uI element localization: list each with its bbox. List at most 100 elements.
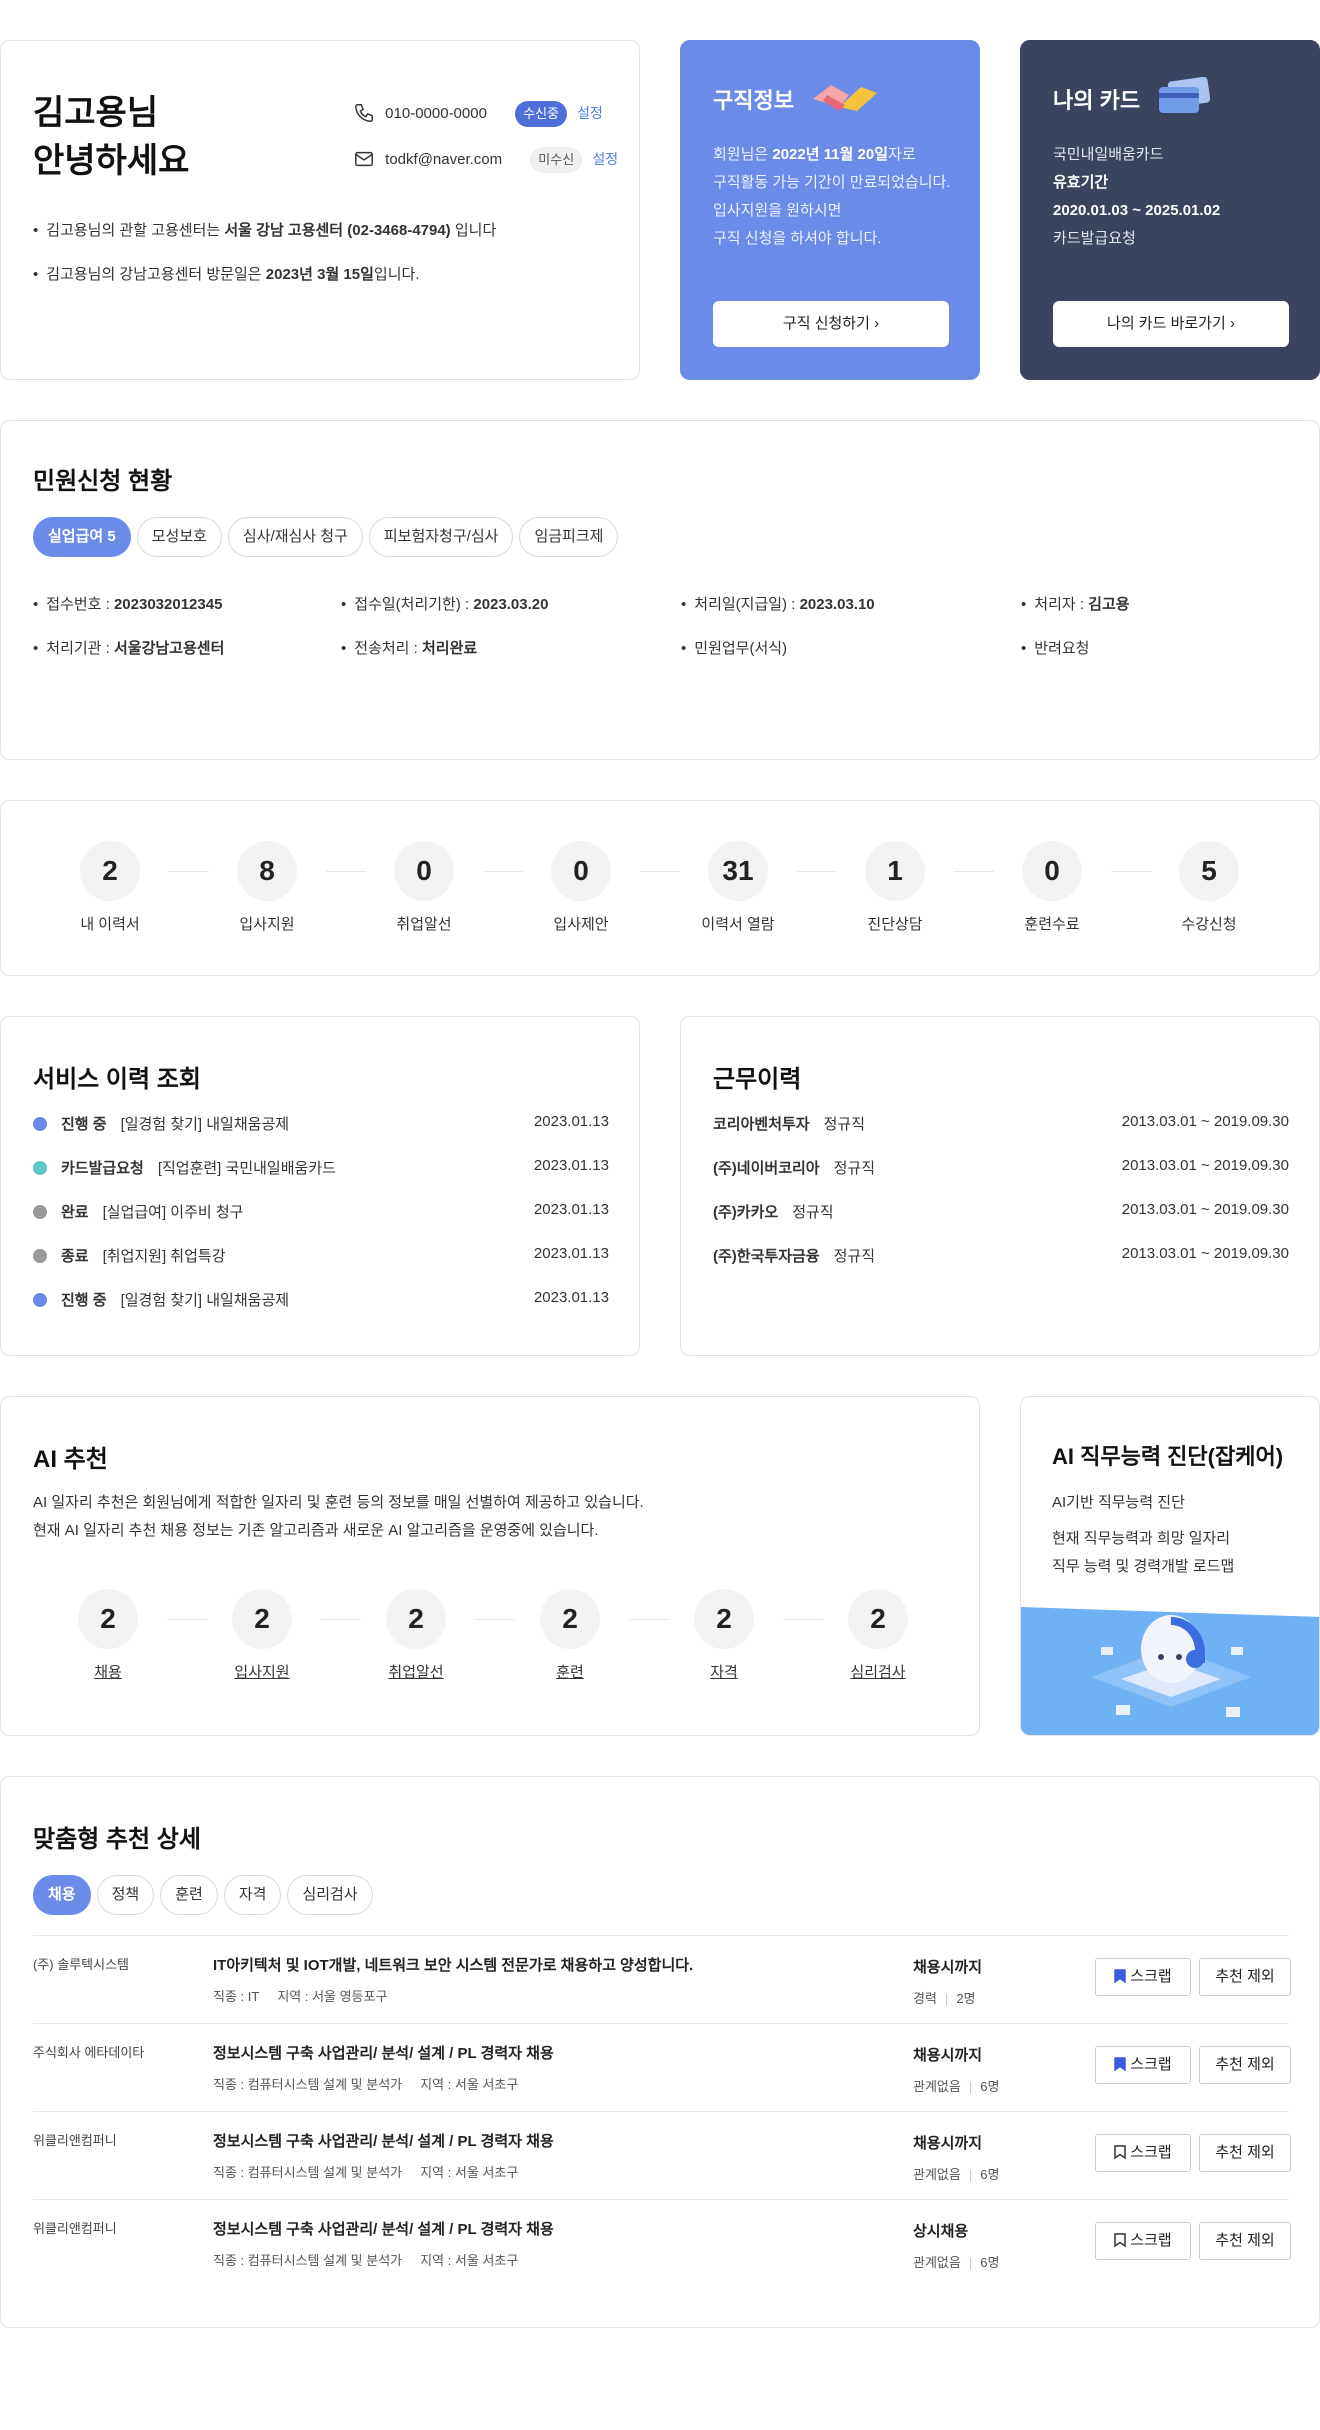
service-history-row[interactable]: 진행 중 [일경험 찾기] 내일채움공제 2023.01.13 bbox=[33, 1289, 609, 1313]
custom-tab-policy[interactable]: 정책 bbox=[96, 1875, 155, 1915]
stat-enroll[interactable]: 5 수강신청 bbox=[1149, 841, 1269, 934]
scrap-button[interactable]: 스크랩 bbox=[1095, 2222, 1191, 2260]
job-title[interactable]: 정보시스템 구축 사업관리/ 분석/ 설계 / PL 경력자 채용 bbox=[213, 2218, 554, 2239]
civil-tab-insured[interactable]: 피보험자청구/심사 bbox=[368, 517, 514, 557]
exclude-label: 추천 제외 bbox=[1215, 2232, 1275, 2249]
civil-item-value: 2023.03.20 bbox=[473, 596, 549, 613]
scrap-label: 스크랩 bbox=[1130, 2056, 1172, 2073]
scrap-button[interactable]: 스크랩 bbox=[1095, 2134, 1191, 2172]
civil-tab-unemployment[interactable]: 실업급여 5 bbox=[33, 517, 131, 557]
service-history-row[interactable]: 카드발급요청 [직업훈련] 국민내일배움카드 2023.01.13 bbox=[33, 1157, 609, 1181]
ai-stat[interactable]: 2 취업알선 bbox=[356, 1589, 476, 1682]
stat-training-done[interactable]: 0 훈련수료 bbox=[992, 841, 1112, 934]
service-status: 진행 중 bbox=[61, 1292, 107, 1309]
civil-item: 접수일(처리기한) : 2023.03.20 bbox=[341, 593, 548, 614]
stat-label: 내 이력서 bbox=[80, 916, 140, 933]
status-dot bbox=[33, 1205, 47, 1219]
exclude-button[interactable]: 추천 제외 bbox=[1199, 2046, 1291, 2084]
ai-stat-link[interactable]: 취업알선 bbox=[388, 1664, 443, 1681]
custom-recommend-card: 맞춤형 추천 상세 채용 정책 훈련 자격 심리검사 (주) 솔루텍시스템 IT아키텍처 … bbox=[0, 1776, 1320, 2328]
civil-tab-review[interactable]: 심사/재심사 청구 bbox=[227, 517, 363, 557]
work-type: 정규직 bbox=[833, 1160, 875, 1177]
stat-apply[interactable]: 8 입사지원 bbox=[207, 841, 327, 934]
job-title[interactable]: IT아키텍처 및 IOT개발, 네트워크 보안 시스템 전문가로 채용하고 양성… bbox=[213, 1954, 693, 1975]
civil-item-label: 접수일(처리기한) : bbox=[354, 596, 474, 613]
work-company: (주)카카오 bbox=[713, 1204, 779, 1221]
chevron-right-icon: › bbox=[1229, 315, 1235, 332]
exclude-button[interactable]: 추천 제외 bbox=[1199, 2222, 1291, 2260]
custom-tab-psych[interactable]: 심리검사 bbox=[287, 1875, 373, 1915]
civil-reject-link[interactable]: 반려요청 bbox=[1021, 637, 1089, 658]
service-date: 2023.01.13 bbox=[533, 1289, 609, 1306]
center-info: 김고용님의 관할 고용센터는 서울 강남 고용센터 (02-3468-4794)… bbox=[33, 219, 496, 240]
custom-tab-license[interactable]: 자격 bbox=[223, 1875, 282, 1915]
greeting-name: 김고용님 bbox=[33, 94, 159, 132]
service-history-row[interactable]: 완료 [실업급여] 이주비 청구 2023.01.13 bbox=[33, 1201, 609, 1225]
job-category: 직종 : IT bbox=[213, 1989, 260, 2004]
civil-item-label: 전송처리 : bbox=[354, 640, 422, 657]
stat-value: 0 bbox=[394, 841, 454, 901]
ai-diagnosis-card[interactable]: AI 직무능력 진단(잡케어) AI기반 직무능력 진단 현재 직무능력과 희망… bbox=[1020, 1396, 1320, 1736]
civil-tab-wage-peak[interactable]: 임금피크제 bbox=[519, 517, 619, 557]
job-conditions: 경력 | 2명 bbox=[913, 1988, 976, 2007]
work-type: 정규직 bbox=[792, 1204, 834, 1221]
ai-stat-link[interactable]: 훈련 bbox=[556, 1664, 584, 1681]
service-history-row[interactable]: 진행 중 [일경험 찾기] 내일채움공제 2023.01.13 bbox=[33, 1113, 609, 1137]
ai-stat-value: 2 bbox=[540, 1589, 600, 1649]
ai-stat[interactable]: 2 훈련 bbox=[510, 1589, 630, 1682]
ai-stat-link[interactable]: 자격 bbox=[710, 1664, 738, 1681]
exclude-button[interactable]: 추천 제외 bbox=[1199, 1958, 1291, 1996]
stat-referral[interactable]: 0 취업알선 bbox=[364, 841, 484, 934]
center-info-name: 서울 강남 고용센터 (02-3468-4794) bbox=[224, 222, 451, 239]
email-setting-link[interactable]: 설정 bbox=[592, 151, 618, 167]
phone-setting-link[interactable]: 설정 bbox=[577, 105, 603, 121]
ai-recommend-title: AI 추천 bbox=[33, 1446, 108, 1473]
ai-recommend-desc: AI 일자리 추천은 회원님에게 적합한 일자리 및 훈련 등의 정보를 매일 … bbox=[33, 1489, 644, 1545]
scrap-button[interactable]: 스크랩 bbox=[1095, 2046, 1191, 2084]
ai-stat-link[interactable]: 심리검사 bbox=[850, 1664, 905, 1681]
job-region: 지역 : 서울 서초구 bbox=[420, 2253, 519, 2268]
job-row[interactable]: 주식회사 에타데이타 정보시스템 구축 사업관리/ 분석/ 설계 / PL 경력자… bbox=[33, 2023, 1291, 2111]
job-row[interactable]: 위클리앤컴퍼니 정보시스템 구축 사업관리/ 분석/ 설계 / PL 경력자 채용… bbox=[33, 2199, 1291, 2287]
stat-offer[interactable]: 0 입사제안 bbox=[521, 841, 641, 934]
email-row: todkf@naver.com 미수신 설정 bbox=[353, 147, 618, 175]
greeting: 김고용님 안녕하세요 bbox=[33, 89, 189, 185]
ai-stat[interactable]: 2 입사지원 bbox=[202, 1589, 322, 1682]
ai-stat[interactable]: 2 심리검사 bbox=[818, 1589, 938, 1682]
service-text: [실업급여] 이주비 청구 bbox=[102, 1204, 244, 1221]
scrap-button[interactable]: 스크랩 bbox=[1095, 1958, 1191, 1996]
job-title[interactable]: 정보시스템 구축 사업관리/ 분석/ 설계 / PL 경력자 채용 bbox=[213, 2130, 554, 2151]
service-history-row[interactable]: 종료 [취업지원] 취업특강 2023.01.13 bbox=[33, 1245, 609, 1269]
service-date: 2023.01.13 bbox=[533, 1201, 609, 1218]
job-apply-button[interactable]: 구직 신청하기 › bbox=[713, 301, 949, 347]
ai-stat-link[interactable]: 입사지원 bbox=[234, 1664, 289, 1681]
custom-recommend-title: 맞춤형 추천 상세 bbox=[33, 1826, 201, 1853]
ai-stat[interactable]: 2 자격 bbox=[664, 1589, 784, 1682]
job-row[interactable]: 위클리앤컴퍼니 정보시스템 구축 사업관리/ 분석/ 설계 / PL 경력자 채용… bbox=[33, 2111, 1291, 2199]
my-card-button[interactable]: 나의 카드 바로가기 › bbox=[1053, 301, 1289, 347]
job-row[interactable]: (주) 솔루텍시스템 IT아키텍처 및 IOT개발, 네트워크 보안 시스템 전문… bbox=[33, 1935, 1291, 2023]
civil-item-value: 처리완료 bbox=[421, 640, 478, 657]
exclude-button[interactable]: 추천 제외 bbox=[1199, 2134, 1291, 2172]
custom-tab-training[interactable]: 훈련 bbox=[160, 1875, 218, 1915]
job-info-line3: 입사지원을 원하시면 bbox=[713, 202, 842, 219]
civil-tab-maternity[interactable]: 모성보호 bbox=[136, 517, 222, 557]
civil-form-link[interactable]: 민원업무(서식) bbox=[681, 637, 787, 658]
ai-stat-value: 2 bbox=[848, 1589, 908, 1649]
stat-label: 취업알선 bbox=[396, 916, 452, 933]
stat-resume[interactable]: 2 내 이력서 bbox=[50, 841, 170, 934]
stat-resume-views[interactable]: 31 이력서 열람 bbox=[678, 841, 798, 934]
stat-counsel[interactable]: 1 진단상담 bbox=[835, 841, 955, 934]
work-company: 코리아벤처투자 bbox=[713, 1116, 810, 1133]
my-card-button-label: 나의 카드 바로가기 bbox=[1107, 315, 1226, 332]
custom-tab-job[interactable]: 채용 bbox=[33, 1875, 91, 1915]
job-info-date: 2022년 11월 20일 bbox=[772, 146, 889, 163]
ai-stat-link[interactable]: 채용 bbox=[94, 1664, 122, 1681]
divider bbox=[169, 871, 209, 872]
divider bbox=[483, 871, 523, 872]
handshake-icon bbox=[813, 85, 877, 111]
job-title[interactable]: 정보시스템 구축 사업관리/ 분석/ 설계 / PL 경력자 채용 bbox=[213, 2042, 554, 2063]
service-history-title: 서비스 이력 조회 bbox=[33, 1066, 201, 1093]
ai-stat[interactable]: 2 채용 bbox=[48, 1589, 168, 1682]
service-date: 2023.01.13 bbox=[533, 1157, 609, 1174]
